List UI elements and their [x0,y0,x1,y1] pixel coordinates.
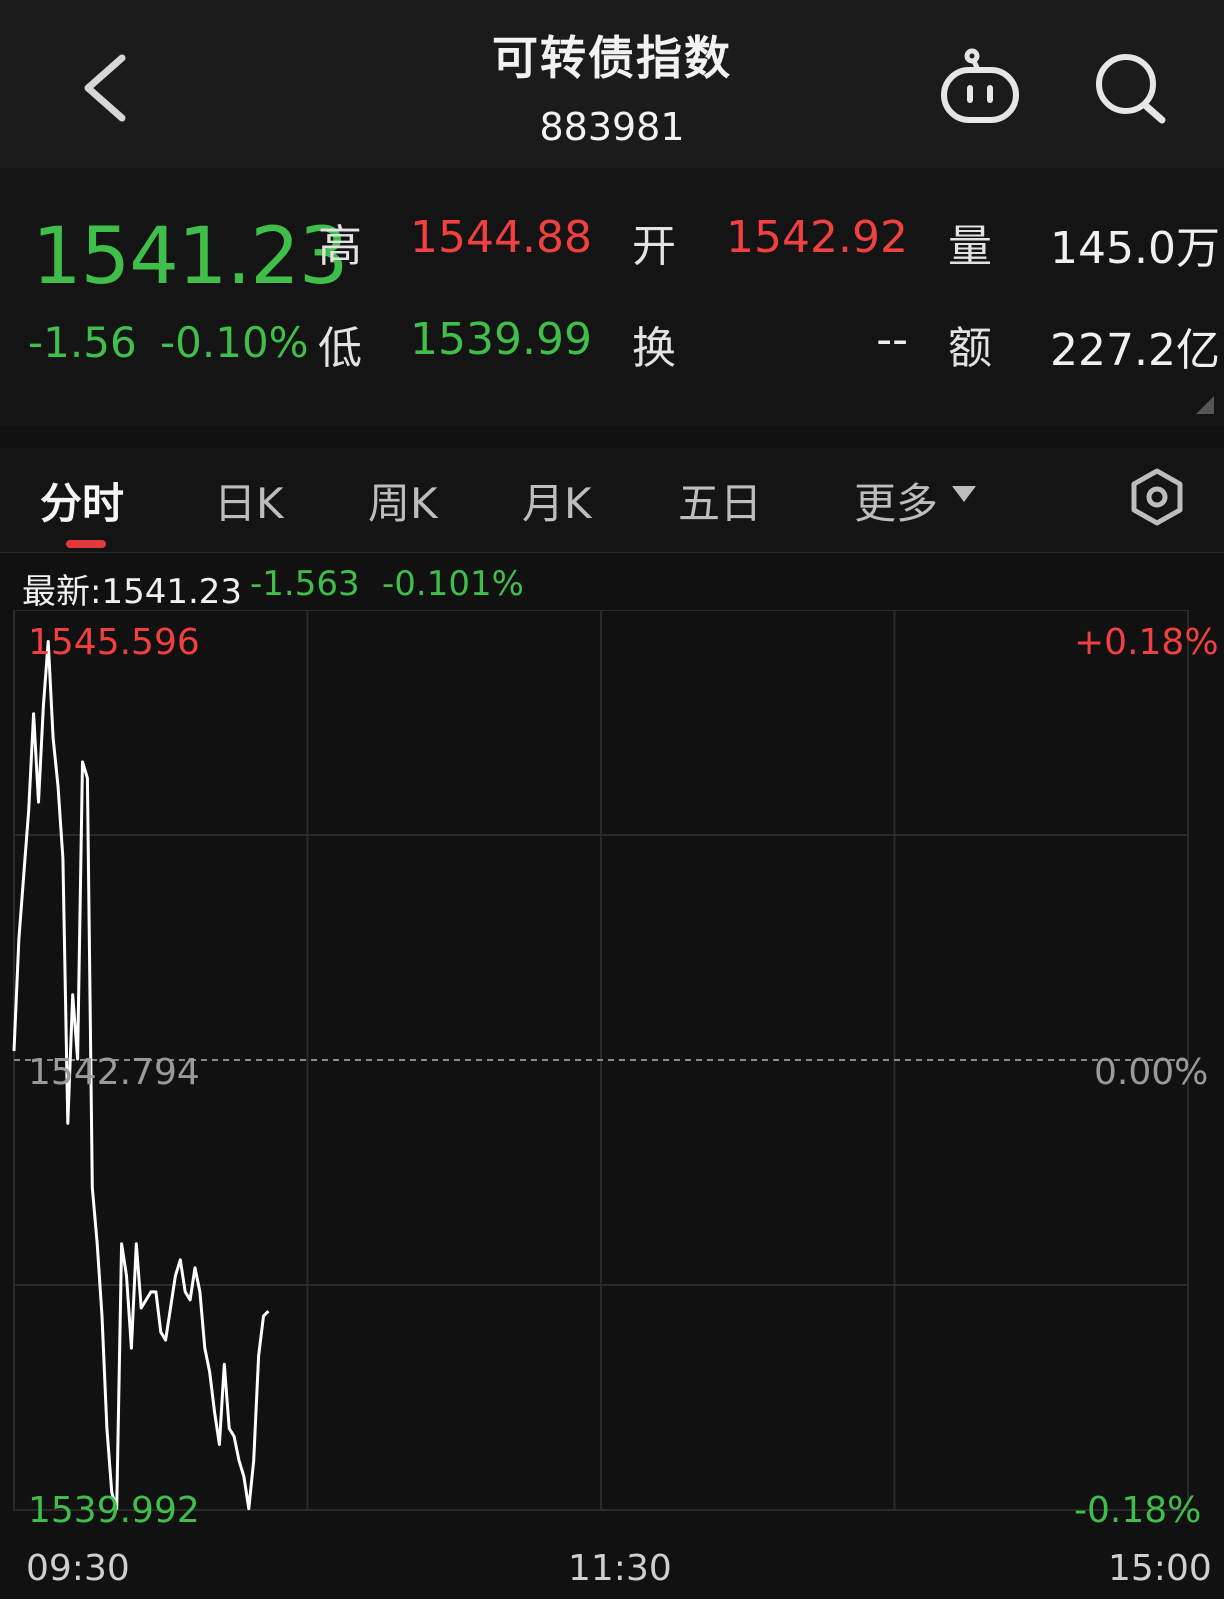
turnover-label: 换 [632,323,676,374]
pct-axis-max-label: +0.18% [1074,622,1219,663]
page-title: 可转债指数 [492,31,732,85]
x-tick-label: 15:00 [1108,1548,1212,1589]
search-icon[interactable] [1092,50,1172,130]
settings-icon[interactable] [1128,468,1186,526]
amount-label: 额 [948,323,992,374]
latest-price-label: 最新:1541.23 [22,572,243,612]
volume-value: 145.0万 [1050,223,1220,274]
tab-daily-k[interactable]: 日K [214,470,284,531]
high-label: 高 [318,221,362,272]
caret-down-icon[interactable] [952,486,976,502]
low-label: 低 [318,323,362,374]
last-price: 1541.23 [32,212,349,302]
robot-icon[interactable] [938,48,1022,126]
price-change-pct: -0.10% [160,318,309,367]
x-tick-label: 11:30 [568,1548,672,1589]
tabs-divider [0,552,1224,553]
nav-bar: 可转债指数 883981 [0,0,1224,168]
stock-code: 883981 [539,105,685,149]
open-label: 开 [632,221,676,272]
price-change: -1.56 [28,318,137,367]
expand-corner-icon[interactable] [1196,396,1214,414]
open-value: 1542.92 [726,212,908,263]
latest-change: -1.563 [250,564,360,604]
tab-intraday[interactable]: 分时 [40,470,124,531]
tab-five-day[interactable]: 五日 [678,470,762,531]
volume-label: 量 [948,221,992,272]
pct-axis-min-label: -0.18% [1074,1490,1202,1531]
tab-active-indicator [66,540,106,548]
high-value: 1544.88 [410,212,592,263]
y-axis-mid-label: 1542.794 [28,1052,200,1093]
chart-tabs [0,448,1224,552]
latest-change-pct: -0.101% [382,564,524,604]
y-axis-max-label: 1545.596 [28,622,200,663]
pct-axis-mid-label: 0.00% [1094,1052,1209,1093]
tab-more[interactable]: 更多 [854,470,938,531]
tab-monthly-k[interactable]: 月K [522,470,592,531]
low-value: 1539.99 [410,314,592,365]
x-tick-label: 09:30 [26,1548,130,1589]
tab-weekly-k[interactable]: 周K [368,470,438,531]
amount-value: 227.2亿 [1050,325,1220,376]
turnover-value: -- [876,314,908,365]
y-axis-min-label: 1539.992 [28,1490,200,1531]
